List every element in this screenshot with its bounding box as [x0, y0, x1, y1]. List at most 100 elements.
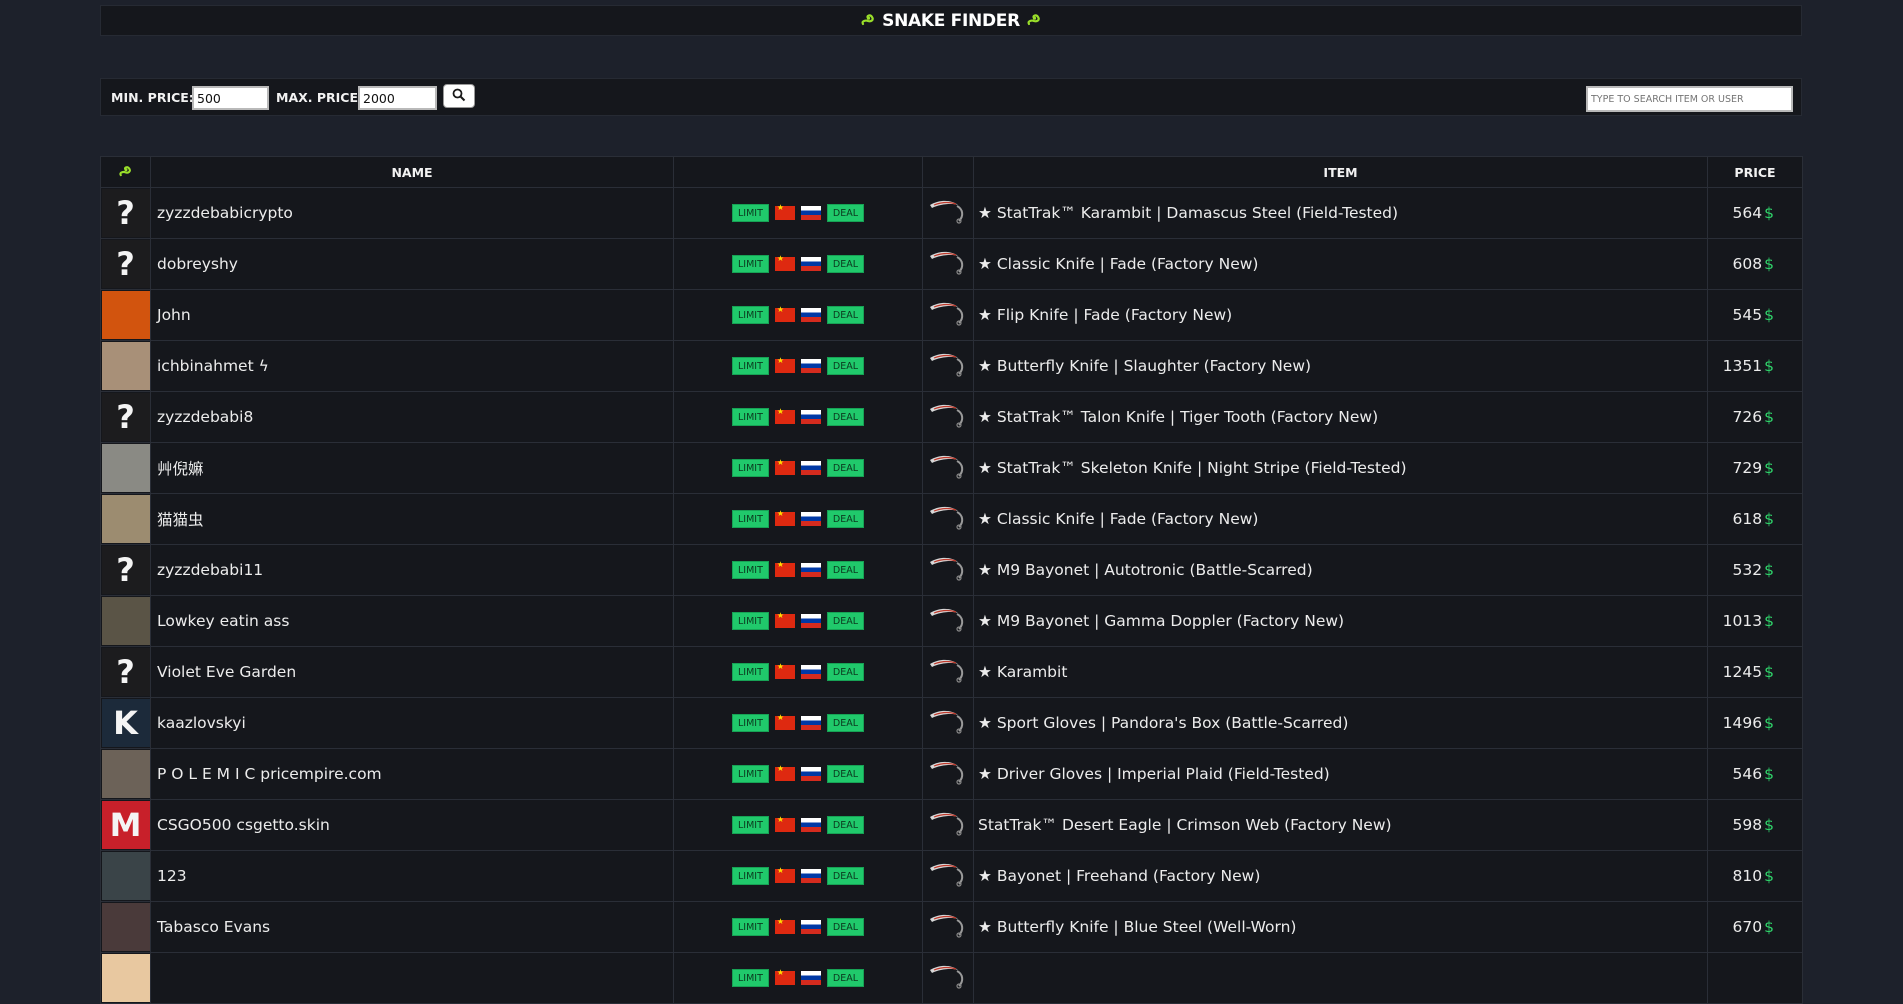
item-name[interactable]: StatTrak™ Desert Eagle | Crimson Web (Fa… [973, 799, 1708, 851]
user-name[interactable]: Tabasco Evans [150, 901, 674, 953]
table-row[interactable]: K kaazlovskyi LIMIT DEAL ★ Sport Gloves |… [100, 697, 1803, 749]
item-name[interactable]: ★ StatTrak™ Karambit | Damascus Steel (F… [973, 187, 1708, 239]
item-name[interactable]: ★ Classic Knife | Fade (Factory New) [973, 238, 1708, 290]
min-price-input[interactable] [192, 86, 269, 110]
table-row[interactable]: ? Violet Eve Garden LIMIT DEAL ★ Karambit… [100, 646, 1803, 698]
item-name[interactable]: ★ Karambit [973, 646, 1708, 698]
item-name[interactable] [973, 952, 1708, 1004]
deal-badge[interactable]: DEAL [826, 816, 864, 835]
deal-badge[interactable]: DEAL [826, 510, 864, 529]
limit-badge[interactable]: LIMIT [731, 204, 769, 223]
user-name[interactable]: zyzzdebabi8 [150, 391, 674, 443]
avatar[interactable]: K [101, 699, 150, 747]
deal-badge[interactable]: DEAL [826, 765, 864, 784]
avatar[interactable]: ? [101, 648, 150, 696]
user-name[interactable]: John [150, 289, 674, 341]
avatar[interactable] [101, 342, 150, 390]
deal-badge[interactable]: DEAL [826, 714, 864, 733]
avatar[interactable]: ? [101, 189, 150, 237]
limit-badge[interactable]: LIMIT [731, 255, 769, 274]
limit-badge[interactable]: LIMIT [731, 510, 769, 529]
deal-badge[interactable]: DEAL [826, 969, 864, 988]
deal-badge[interactable]: DEAL [826, 867, 864, 886]
table-row[interactable]: John LIMIT DEAL ★ Flip Knife | Fade (Fact… [100, 289, 1803, 341]
table-row[interactable]: P O L E M I C pricempire.com LIMIT DEAL ★… [100, 748, 1803, 800]
table-row[interactable]: LIMIT DEAL [100, 952, 1803, 1004]
max-price-input[interactable] [358, 86, 437, 110]
limit-badge[interactable]: LIMIT [731, 612, 769, 631]
item-name[interactable]: ★ Sport Gloves | Pandora's Box (Battle-S… [973, 697, 1708, 749]
avatar[interactable]: ? [101, 393, 150, 441]
search-button[interactable] [443, 84, 475, 108]
user-name[interactable]: dobreyshy [150, 238, 674, 290]
table-row[interactable]: ? dobreyshy LIMIT DEAL ★ Classic Knife | … [100, 238, 1803, 290]
deal-badge[interactable]: DEAL [826, 918, 864, 937]
limit-badge[interactable]: LIMIT [731, 306, 769, 325]
deal-badge[interactable]: DEAL [826, 612, 864, 631]
deal-badge[interactable]: DEAL [826, 561, 864, 580]
avatar[interactable]: ? [101, 546, 150, 594]
item-name[interactable]: ★ Flip Knife | Fade (Factory New) [973, 289, 1708, 341]
item-name[interactable]: ★ Driver Gloves | Imperial Plaid (Field-… [973, 748, 1708, 800]
item-name[interactable]: ★ Bayonet | Freehand (Factory New) [973, 850, 1708, 902]
limit-badge[interactable]: LIMIT [731, 969, 769, 988]
search-input[interactable] [1586, 86, 1793, 112]
item-name[interactable]: ★ Classic Knife | Fade (Factory New) [973, 493, 1708, 545]
table-row[interactable]: Tabasco Evans LIMIT DEAL ★ Butterfly Knif… [100, 901, 1803, 953]
avatar[interactable] [101, 903, 150, 951]
user-name[interactable]: zyzzdebabi11 [150, 544, 674, 596]
item-name[interactable]: ★ M9 Bayonet | Gamma Doppler (Factory Ne… [973, 595, 1708, 647]
avatar[interactable] [101, 444, 150, 492]
deal-badge[interactable]: DEAL [826, 357, 864, 376]
user-name[interactable]: Violet Eve Garden [150, 646, 674, 698]
user-name[interactable] [150, 952, 674, 1004]
limit-badge[interactable]: LIMIT [731, 408, 769, 427]
user-name[interactable]: kaazlovskyi [150, 697, 674, 749]
deal-badge[interactable]: DEAL [826, 408, 864, 427]
user-name[interactable]: 猫猫虫 [150, 493, 674, 545]
item-name[interactable]: ★ M9 Bayonet | Autotronic (Battle-Scarre… [973, 544, 1708, 596]
item-name[interactable]: ★ Butterfly Knife | Blue Steel (Well-Wor… [973, 901, 1708, 953]
user-name[interactable]: P O L E M I C pricempire.com [150, 748, 674, 800]
avatar[interactable] [101, 954, 150, 1002]
deal-badge[interactable]: DEAL [826, 204, 864, 223]
table-row[interactable]: Lowkey eatin ass LIMIT DEAL ★ M9 Bayonet … [100, 595, 1803, 647]
item-column-header[interactable]: ITEM [973, 156, 1708, 188]
table-row[interactable]: 猫猫虫 LIMIT DEAL ★ Classic Knife | Fade (Fa… [100, 493, 1803, 545]
avatar[interactable]: ? [101, 240, 150, 288]
table-row[interactable]: 艸倪嫲 LIMIT DEAL ★ StatTrak™ Skeleton Knife… [100, 442, 1803, 494]
limit-badge[interactable]: LIMIT [731, 816, 769, 835]
table-row[interactable]: M CSGO500 csgetto.skin LIMIT DEAL StatTra… [100, 799, 1803, 851]
limit-badge[interactable]: LIMIT [731, 765, 769, 784]
avatar[interactable] [101, 597, 150, 645]
deal-badge[interactable]: DEAL [826, 663, 864, 682]
limit-badge[interactable]: LIMIT [731, 459, 769, 478]
avatar[interactable] [101, 852, 150, 900]
user-name[interactable]: zyzzdebabicrypto [150, 187, 674, 239]
limit-badge[interactable]: LIMIT [731, 561, 769, 580]
limit-badge[interactable]: LIMIT [731, 663, 769, 682]
table-row[interactable]: ? zyzzdebabicrypto LIMIT DEAL ★ StatTrak™… [100, 187, 1803, 239]
item-name[interactable]: ★ StatTrak™ Talon Knife | Tiger Tooth (F… [973, 391, 1708, 443]
name-column-header[interactable]: NAME [150, 156, 674, 188]
user-name[interactable]: ichbinahmet ϟ [150, 340, 674, 392]
limit-badge[interactable]: LIMIT [731, 357, 769, 376]
user-name[interactable]: CSGO500 csgetto.skin [150, 799, 674, 851]
item-name[interactable]: ★ StatTrak™ Skeleton Knife | Night Strip… [973, 442, 1708, 494]
avatar[interactable] [101, 291, 150, 339]
table-row[interactable]: 123 LIMIT DEAL ★ Bayonet | Freehand (Fact… [100, 850, 1803, 902]
limit-badge[interactable]: LIMIT [731, 867, 769, 886]
deal-badge[interactable]: DEAL [826, 255, 864, 274]
limit-badge[interactable]: LIMIT [731, 714, 769, 733]
limit-badge[interactable]: LIMIT [731, 918, 769, 937]
table-row[interactable]: ichbinahmet ϟ LIMIT DEAL ★ Butterfly Knif… [100, 340, 1803, 392]
user-name[interactable]: Lowkey eatin ass [150, 595, 674, 647]
avatar[interactable] [101, 750, 150, 798]
avatar[interactable]: M [101, 801, 150, 849]
table-row[interactable]: ? zyzzdebabi8 LIMIT DEAL ★ StatTrak™ Talo… [100, 391, 1803, 443]
deal-badge[interactable]: DEAL [826, 306, 864, 325]
user-name[interactable]: 艸倪嫲 [150, 442, 674, 494]
avatar[interactable] [101, 495, 150, 543]
user-name[interactable]: 123 [150, 850, 674, 902]
deal-badge[interactable]: DEAL [826, 459, 864, 478]
